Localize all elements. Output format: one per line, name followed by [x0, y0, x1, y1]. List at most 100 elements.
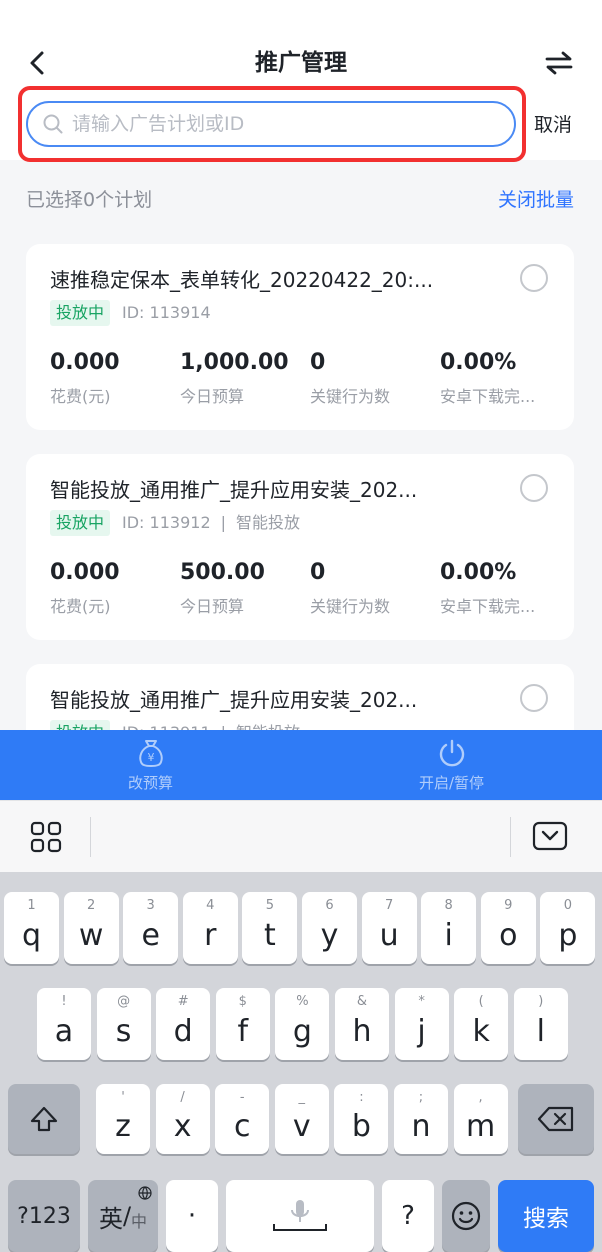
key-sub-label: $	[238, 994, 247, 1009]
id-label: ID:	[122, 720, 144, 730]
search-box[interactable]	[26, 101, 516, 147]
campaign-stats: 0.000 花费(元) 500.00 今日预算 0 关键行为数 0.00% 安卓下载完.…	[50, 558, 570, 618]
globe-icon	[138, 1186, 152, 1200]
key-r[interactable]: 4r	[182, 892, 238, 964]
close-batch-button[interactable]: 关闭批量	[498, 186, 574, 214]
key-u[interactable]: 7u	[361, 892, 417, 964]
key-o[interactable]: 9o	[480, 892, 536, 964]
key-label: e	[141, 917, 160, 953]
search-key[interactable]: 搜索	[498, 1180, 594, 1252]
key-label: f	[237, 1013, 249, 1049]
key-l[interactable]: ) l	[513, 988, 568, 1060]
key-sub-label: '	[121, 1090, 125, 1105]
key-a[interactable]: ! a	[37, 988, 91, 1060]
key-w[interactable]: 2w	[63, 892, 119, 964]
key-e[interactable]: 3e	[123, 892, 179, 964]
key-g[interactable]: % g	[275, 988, 330, 1060]
key-t[interactable]: 5t	[242, 892, 298, 964]
key-label: h	[352, 1013, 372, 1049]
key-label: q	[21, 917, 42, 953]
campaign-card[interactable]: 智能投放_通用推广_提升应用安装_202... 投放中 ID: 113912 |…	[26, 454, 574, 640]
change-budget-button[interactable]: ¥ 改预算	[0, 730, 301, 800]
page-title: 推广管理	[255, 50, 347, 76]
language-primary-label: 英	[98, 1204, 123, 1233]
campaign-meta: 投放中 ID: 113914	[50, 300, 211, 326]
key-label: l	[536, 1013, 545, 1049]
campaign-card[interactable]: 智能投放_通用推广_提升应用安装_202... 投放中 ID: 113911 |…	[26, 664, 574, 730]
switch-button[interactable]	[542, 46, 576, 80]
key-sub-label: 9	[504, 898, 513, 913]
toolbar-divider	[510, 817, 511, 857]
language-switch-key[interactable]: 英 / 中	[88, 1180, 158, 1252]
id-label: ID:	[122, 303, 145, 322]
key-sub-label: 5	[265, 898, 275, 913]
id-label: ID:	[122, 513, 145, 532]
keyboard-menu-grid-icon[interactable]	[30, 821, 62, 853]
key-q[interactable]: 1q	[4, 892, 59, 964]
backspace-key[interactable]	[518, 1084, 594, 1154]
key-f[interactable]: $ f	[215, 988, 270, 1060]
select-radio[interactable]	[520, 264, 548, 292]
key-sub-label: ,	[478, 1090, 483, 1105]
key-v[interactable]: _ v	[274, 1084, 329, 1154]
key-sub-label: !	[61, 994, 67, 1009]
emoji-key[interactable]	[442, 1180, 490, 1252]
money-bag-icon: ¥	[138, 739, 163, 767]
stat-key-actions: 0 关键行为数	[310, 560, 391, 616]
meta-separator: |	[221, 720, 226, 730]
key-m[interactable]: ,m	[453, 1084, 508, 1154]
key-label: i	[444, 917, 453, 953]
stat-spend: 0.000 花费(元)	[50, 350, 120, 406]
cancel-button[interactable]: 取消	[534, 110, 572, 140]
key-label: b	[351, 1108, 371, 1144]
key-n[interactable]: ; n	[394, 1084, 448, 1154]
dot-key[interactable]: ·	[166, 1180, 218, 1252]
key-y[interactable]: 6y	[302, 892, 357, 964]
meta-separator: |	[220, 513, 227, 532]
key-sub-label: @	[117, 994, 131, 1009]
key-j[interactable]: * j	[394, 988, 449, 1060]
key-z[interactable]: ' z	[96, 1084, 150, 1154]
numbers-key[interactable]: ?123	[8, 1180, 80, 1252]
campaign-meta: 投放中 ID: 113912 | 智能投放	[50, 510, 300, 536]
question-key[interactable]: ?	[382, 1180, 434, 1252]
stat-budget: 500.00 今日预算	[180, 560, 265, 616]
toolbar-divider	[90, 817, 91, 857]
campaign-stats: 0.000 花费(元) 1,000.00 今日预算 0 关键行为数 0.00% 安卓下载…	[50, 348, 570, 408]
campaign-card[interactable]: 速推稳定保本_表单转化_20220422_20:... 投放中 ID: 1139…	[26, 244, 574, 430]
key-label: w	[78, 917, 104, 953]
key-x[interactable]: / x	[155, 1084, 210, 1154]
key-sub-label: 7	[384, 898, 394, 913]
key-label: g	[292, 1013, 312, 1049]
shift-key[interactable]	[8, 1084, 80, 1154]
hide-keyboard-icon[interactable]	[532, 821, 568, 851]
toggle-run-button[interactable]: 开启/暂停	[301, 730, 602, 800]
key-label: u	[379, 917, 399, 953]
search-input[interactable]	[72, 113, 492, 135]
key-sub-label: %	[296, 994, 309, 1009]
key-c[interactable]: -c	[215, 1084, 270, 1154]
key-k[interactable]: (k	[454, 988, 509, 1060]
microphone-icon	[273, 1200, 327, 1231]
select-radio[interactable]	[520, 474, 548, 502]
space-key[interactable]	[226, 1180, 374, 1252]
key-label: c	[233, 1108, 251, 1144]
key-sub-label: &	[356, 994, 368, 1009]
key-b[interactable]: :b	[334, 1084, 389, 1154]
key-label: d	[173, 1013, 193, 1049]
stat-budget: 1,000.00 今日预算	[180, 350, 289, 406]
key-p[interactable]: 0p	[540, 892, 596, 964]
key-h[interactable]: & h	[335, 988, 389, 1060]
key-s[interactable]: @ s	[96, 988, 151, 1060]
key-sub-label: *	[418, 994, 425, 1009]
key-label: r	[204, 917, 217, 953]
key-sub-label: #	[177, 994, 189, 1009]
selected-count: 已选择0个计划	[26, 189, 153, 211]
key-label: t	[264, 917, 276, 953]
language-secondary-label: 中	[131, 1212, 148, 1231]
stat-download-rate: 0.00% 安卓下载完...	[440, 350, 536, 406]
select-radio[interactable]	[520, 684, 548, 712]
key-i[interactable]: 8i	[421, 892, 477, 964]
key-d[interactable]: # d	[156, 988, 211, 1060]
key-sub-label: -	[239, 1090, 245, 1105]
